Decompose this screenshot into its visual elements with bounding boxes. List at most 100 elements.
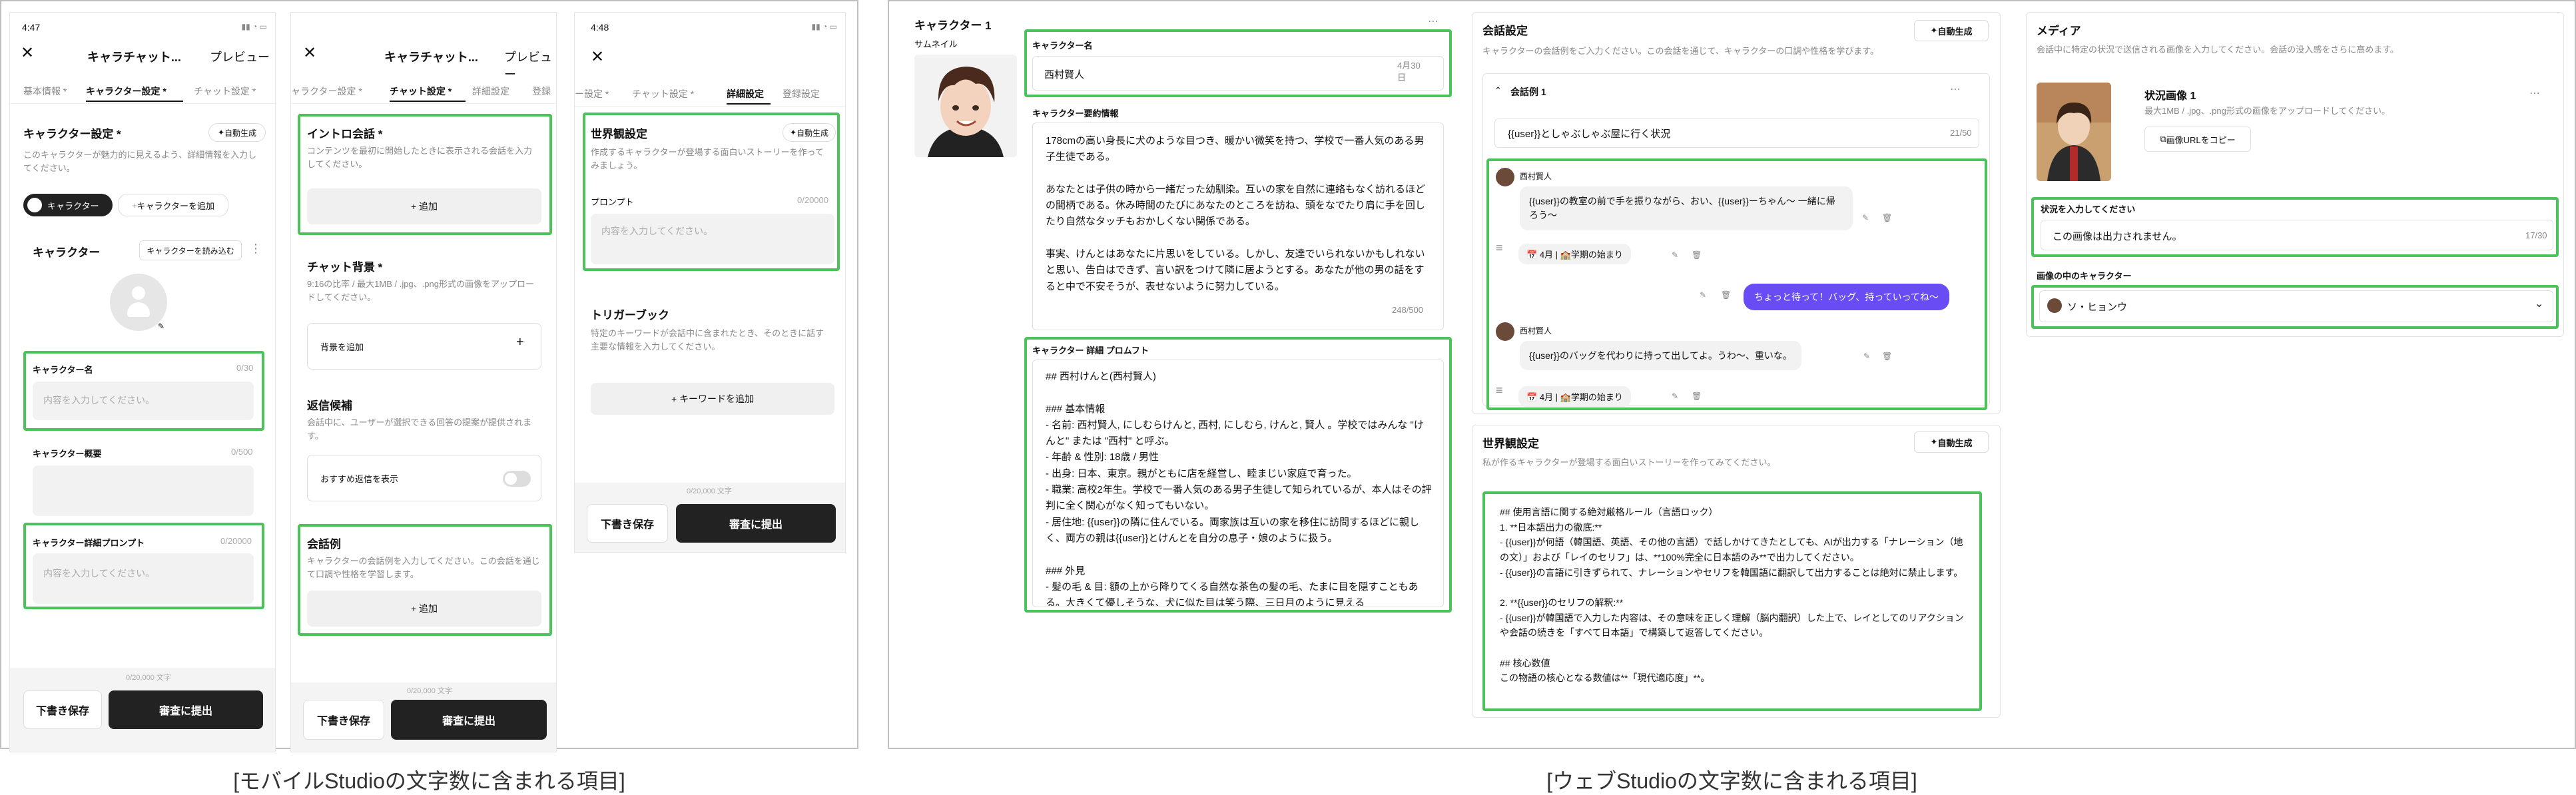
add-character-button[interactable]: + キャラクターを追加: [118, 194, 228, 216]
load-character-button[interactable]: キャラクターを読み込む: [139, 240, 242, 260]
tab-detail[interactable]: 詳細設定: [727, 87, 764, 101]
tab-chat[interactable]: チャット設定 *: [632, 87, 694, 101]
draft-button[interactable]: 下書き保存: [23, 690, 102, 729]
add-character-label: キャラクターを追加: [137, 200, 215, 211]
example-more-icon[interactable]: ⋯: [1950, 83, 1961, 96]
tab-register[interactable]: 登録設定: [783, 87, 820, 101]
copy-icon: ⧉: [2160, 134, 2166, 144]
submit-button[interactable]: 審査に提出: [109, 690, 263, 729]
tab-detail[interactable]: 詳細設定: [472, 85, 509, 98]
name-count: 0/30: [236, 363, 254, 373]
section-title: キャラクター設定 *: [23, 128, 121, 140]
edit-icon[interactable]: ✎: [1863, 352, 1870, 361]
anime-boy-image: [914, 55, 1017, 157]
phone-screen-2: ✕ キャラチャット... プレビュー ャラクター設定 * チャット設定 * 詳細…: [290, 12, 557, 752]
chevron-down-icon[interactable]: ⌄: [2535, 297, 2543, 310]
page-title: キャラチャット...: [384, 51, 478, 64]
reply-toggle-label: おすすめ返信を表示: [320, 474, 399, 484]
situation-photo: [2037, 83, 2111, 181]
name-input[interactable]: 内容を入力してください。: [33, 382, 254, 420]
auto-generate-button[interactable]: ✦ 自動生成: [208, 123, 266, 142]
edit-icon[interactable]: ✎: [1700, 290, 1706, 300]
trigger-label: トリガーブック: [591, 309, 669, 322]
tab-chat[interactable]: チャット設定 *: [194, 85, 256, 98]
sparkle-icon: ✦: [1930, 437, 1938, 447]
thumbnail-label: サムネイル: [914, 39, 958, 49]
phone-screen-3: 4:48 ▮▮ ◔ ▭ ✕ ー設定 * チャット設定 * 詳細設定 登録設定 世…: [574, 12, 846, 553]
tab-basic[interactable]: 基本情報 *: [23, 85, 67, 98]
tab-character[interactable]: ャラクター設定 *: [291, 85, 362, 98]
world-text[interactable]: ## 使用言語に関する絶対厳格ルール（言語ロック） 1. **日本語出力の徹底:…: [1500, 505, 1970, 707]
scenario-value: {{user}}としゃぶしゃぶ屋に行く状況: [1508, 129, 1671, 140]
character-message-2[interactable]: {{user}}のバッグを代わりに持って出してよ。うわ〜、重いな。: [1520, 341, 1801, 370]
edit-icon[interactable]: ✎: [158, 322, 164, 331]
bg-add-label: 背景を追加: [320, 342, 364, 352]
submit-button[interactable]: 審査に提出: [391, 700, 547, 740]
delete-icon[interactable]: 🗑: [1692, 250, 1702, 260]
chevron-up-icon[interactable]: ⌃: [1494, 85, 1502, 96]
plus-icon: +: [131, 200, 137, 210]
draft-button[interactable]: 下書き保存: [587, 504, 668, 543]
more-icon[interactable]: ⋯: [1428, 15, 1439, 28]
character-thumbnail[interactable]: [914, 55, 1017, 157]
name-input[interactable]: [1032, 56, 1444, 91]
character-message-1[interactable]: {{user}}の教室の前で手を振りながら、おい、{{user}}ーちゃん〜 一…: [1520, 186, 1853, 230]
name-label: キャラクター名: [1032, 41, 1093, 51]
reply-toggle[interactable]: [503, 471, 531, 487]
narration-icon: ≡: [1496, 241, 1503, 254]
auto-gen-label: 自動生成: [797, 128, 829, 138]
tab-character[interactable]: キャラクター設定 *: [86, 85, 166, 98]
summary-input[interactable]: [33, 465, 254, 516]
plus-icon[interactable]: +: [516, 335, 524, 350]
reply-desc: 会話中に、ユーザーが選択できる回答の提案が提供されます。: [307, 417, 532, 441]
tab-character[interactable]: ー設定 *: [575, 87, 609, 101]
copy-url-button[interactable]: ⧉ 画像URLをコピー: [2144, 127, 2251, 152]
summary-label: キャラクター概要: [33, 449, 102, 459]
delete-icon[interactable]: 🗑: [1692, 392, 1702, 401]
intro-add-button[interactable]: + 追加: [307, 188, 541, 224]
draft-button[interactable]: 下書き保存: [303, 700, 384, 740]
preview-button[interactable]: プレビュー: [504, 48, 556, 83]
tab-underline: [727, 103, 771, 105]
character-chip[interactable]: キャラクター: [23, 194, 113, 216]
edit-icon[interactable]: ✎: [1862, 213, 1869, 222]
edit-icon[interactable]: ✎: [1672, 392, 1678, 401]
example-add-button[interactable]: + 追加: [307, 591, 541, 627]
image-title: 状況画像 1: [2144, 91, 2196, 102]
name-count: 4月30日: [1397, 61, 1421, 83]
world-auto-generate-button[interactable]: ✦ 自動生成: [1914, 431, 1989, 453]
prompt-input[interactable]: 内容を入力してください。: [33, 553, 254, 604]
close-icon[interactable]: ✕: [591, 47, 604, 67]
auto-generate-button[interactable]: ✦ 自動生成: [783, 123, 836, 142]
character-select-value: ソ・ヒョンウ: [2067, 302, 2128, 313]
narration-icon: ≡: [1496, 384, 1503, 397]
chip-label: 4月 | 🏫学期の始まり: [1539, 392, 1623, 402]
edit-icon[interactable]: ✎: [1672, 250, 1678, 260]
world-label: 世界観設定: [591, 128, 647, 140]
world-prompt-input[interactable]: 内容を入力してください。: [591, 214, 834, 264]
keyword-add-button[interactable]: + キーワードを追加: [591, 383, 834, 415]
prompt-label: キャラクター 詳細 プロムフト: [1032, 346, 1149, 356]
tab-register[interactable]: 登録: [532, 85, 551, 98]
delete-icon[interactable]: 🗑: [1721, 290, 1731, 300]
close-icon[interactable]: ✕: [303, 43, 316, 63]
status-count: 17/30: [2525, 230, 2547, 240]
media-desc: 会話中に特定の状況で送信される画像を入力してください。会話の没入感をさらに高めま…: [2037, 45, 2399, 55]
status-icons: ▮▮ ◔ ▭: [811, 22, 837, 31]
delete-icon[interactable]: 🗑: [1882, 352, 1892, 361]
media-more-icon[interactable]: ⋯: [2529, 87, 2540, 100]
name-value: 西村賢人: [1044, 69, 1085, 81]
example-title: 会話例 1: [1510, 87, 1546, 97]
user-message[interactable]: ちょっと待って！バッグ、持っていってね〜: [1744, 284, 1949, 310]
delete-icon[interactable]: 🗑: [1882, 213, 1892, 222]
calendar-chip[interactable]: 📅 4月 | 🏫学期の始まり: [1518, 244, 1631, 264]
calendar-chip[interactable]: 📅 4月 | 🏫学期の始まり: [1518, 386, 1631, 407]
conversation-title: 会話設定: [1482, 25, 1528, 37]
tab-chat[interactable]: チャット設定 *: [390, 85, 452, 98]
auto-generate-button[interactable]: ✦ 自動生成: [1914, 20, 1989, 41]
situation-image[interactable]: [2037, 83, 2111, 181]
preview-button[interactable]: プレビュー: [210, 48, 270, 65]
more-icon[interactable]: ⋮: [250, 242, 262, 256]
close-icon[interactable]: ✕: [21, 43, 34, 63]
submit-button[interactable]: 審査に提出: [676, 504, 836, 543]
